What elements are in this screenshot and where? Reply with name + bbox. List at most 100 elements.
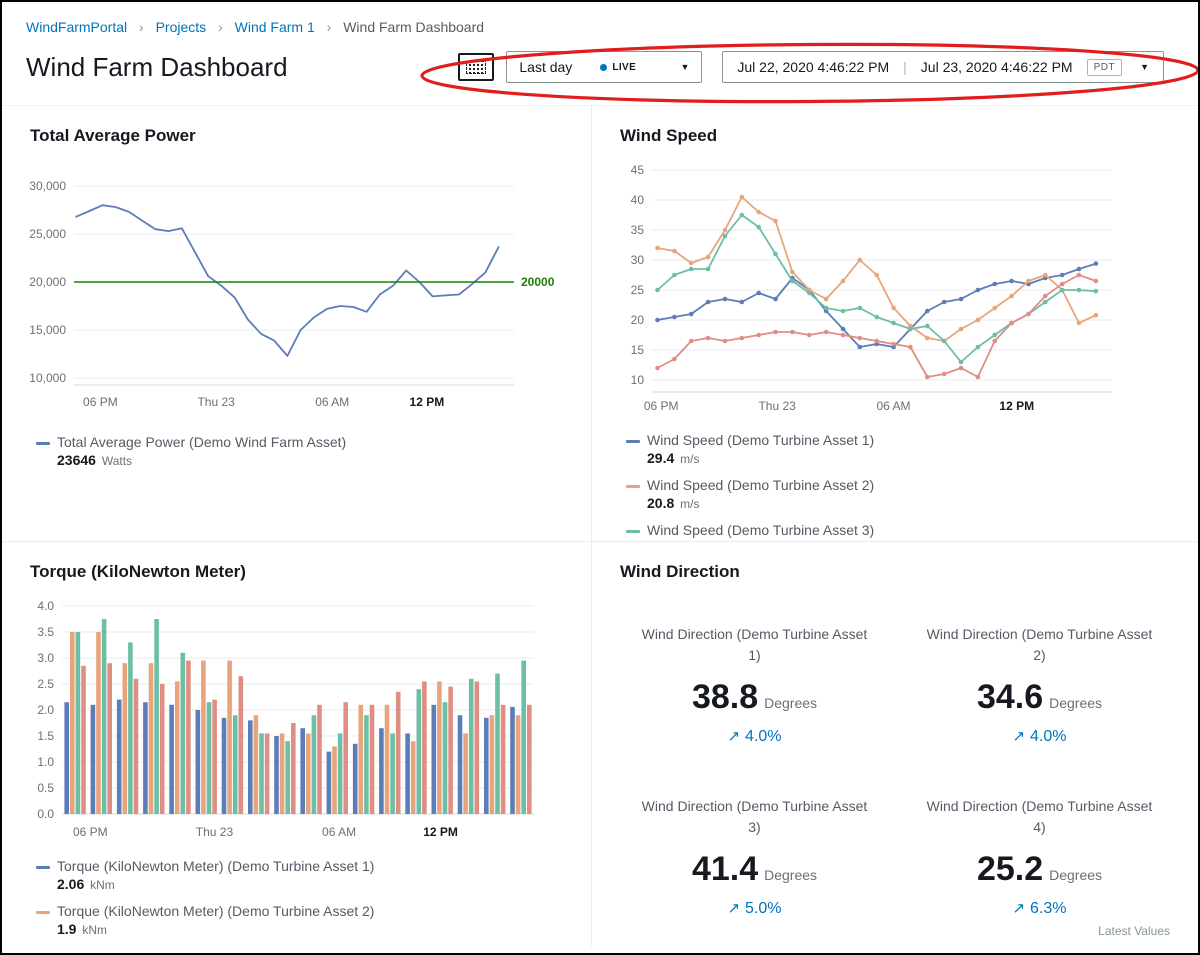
breadcrumb: WindFarmPortal › Projects › Wind Farm 1 … (26, 18, 1174, 37)
series-swatch (36, 911, 50, 914)
legend: Wind Speed (Demo Turbine Asset 1) 29.4 m… (626, 431, 1182, 539)
series-swatch (626, 485, 640, 488)
svg-text:2.5: 2.5 (37, 677, 54, 691)
series-swatch (626, 530, 640, 533)
svg-text:0.0: 0.0 (37, 807, 54, 821)
app-window: WindFarmPortal › Projects › Wind Farm 1 … (0, 0, 1200, 955)
legend-item: Torque (KiloNewton Meter) (Demo Turbine … (36, 902, 575, 939)
date-range-select[interactable]: Jul 22, 2020 4:46:22 PM | Jul 23, 2020 4… (722, 51, 1164, 83)
svg-text:20,000: 20,000 (29, 275, 66, 289)
svg-text:20: 20 (631, 313, 645, 327)
svg-text:40: 40 (631, 193, 645, 207)
svg-text:25: 25 (631, 283, 645, 297)
legend-item: Torque (KiloNewton Meter) (Demo Turbine … (36, 857, 575, 894)
trend-up-icon: ↗ (1012, 728, 1025, 745)
dotted-grid-icon (466, 61, 486, 74)
total-average-power-chart: 30,000 25,000 20,000 15,000 10,000 06 PM Thu 2… (22, 170, 575, 427)
breadcrumb-projects[interactable]: Projects (156, 19, 207, 35)
legend-item: Wind Speed (Demo Turbine Asset 1) 29.4 m… (626, 431, 1182, 468)
breadcrumb-wind-farm-1[interactable]: Wind Farm 1 (235, 19, 315, 35)
series-swatch (36, 866, 50, 869)
time-controls: Last day LIVE ▼ Jul 22, 2020 4:46:22 PM … (458, 51, 1164, 83)
svg-text:06 PM: 06 PM (644, 399, 679, 413)
torque-svg: 4.03.53.02.52.01.51.00.50.006 PMThu 2306… (22, 598, 570, 846)
breadcrumb-current: Wind Farm Dashboard (343, 19, 484, 35)
total-average-power-svg: 30,000 25,000 20,000 15,000 10,000 06 PM Thu 2… (22, 170, 570, 422)
dashboard-grid: Total Average Power 30,000 25,000 20,000 15… (2, 105, 1198, 946)
svg-text:3.5: 3.5 (37, 625, 54, 639)
svg-text:12 PM: 12 PM (423, 825, 458, 839)
svg-text:06 AM: 06 AM (876, 399, 910, 413)
kpi-wind-direction-4: Wind Direction (Demo Turbine Asset 4) 25… (897, 796, 1182, 918)
page-header: WindFarmPortal › Projects › Wind Farm 1 … (2, 2, 1198, 83)
title-row: Wind Farm Dashboard Last day LIVE ▼ Jul … (26, 51, 1174, 83)
svg-text:20000: 20000 (521, 275, 555, 289)
panel-title: Total Average Power (30, 126, 575, 146)
svg-text:15: 15 (631, 343, 645, 357)
trend-up-icon: ↗ (727, 728, 740, 745)
svg-text:1.0: 1.0 (37, 755, 54, 769)
kpi-wind-direction-2: Wind Direction (Demo Turbine Asset 2) 34… (897, 624, 1182, 746)
svg-text:06 PM: 06 PM (83, 395, 118, 409)
breadcrumb-windfarmportal[interactable]: WindFarmPortal (26, 19, 127, 35)
panel-total-average-power: Total Average Power 30,000 25,000 20,000 15… (2, 106, 592, 542)
kpi-wind-direction-1: Wind Direction (Demo Turbine Asset 1) 38… (612, 624, 897, 746)
wind-speed-svg: 45 40 35 30 25 20 15 10 06 PM Thu 23 06 AM 12 PM (612, 158, 1160, 420)
trend-up-icon: ↗ (1012, 900, 1025, 917)
panel-title: Torque (KiloNewton Meter) (30, 562, 575, 582)
svg-text:10: 10 (631, 373, 645, 387)
svg-text:2.0: 2.0 (37, 703, 54, 717)
live-label: LIVE (612, 62, 636, 73)
svg-text:06 PM: 06 PM (73, 825, 108, 839)
page-title: Wind Farm Dashboard (26, 52, 288, 83)
live-badge: LIVE (600, 62, 636, 73)
svg-text:30: 30 (631, 253, 645, 267)
latest-values-note: Latest Values (1098, 924, 1170, 938)
legend: Total Average Power (Demo Wind Farm Asse… (36, 433, 575, 470)
svg-text:35: 35 (631, 223, 645, 237)
time-range-select[interactable]: Last day LIVE ▼ (506, 51, 702, 83)
svg-text:4.0: 4.0 (37, 599, 54, 613)
svg-text:06 AM: 06 AM (315, 395, 349, 409)
panel-wind-direction: Wind Direction Wind Direction (Demo Turb… (592, 542, 1198, 946)
svg-text:12 PM: 12 PM (999, 399, 1034, 413)
panel-wind-speed: Wind Speed 45 40 35 30 25 20 15 10 06 PM Thu 23 06… (592, 106, 1198, 542)
end-datetime: Jul 23, 2020 4:46:22 PM (921, 59, 1073, 75)
legend-item: Total Average Power (Demo Wind Farm Asse… (36, 433, 575, 470)
kpi-grid: Wind Direction (Demo Turbine Asset 1) 38… (612, 624, 1182, 918)
kpi-wind-direction-3: Wind Direction (Demo Turbine Asset 3) 41… (612, 796, 897, 918)
wind-speed-chart: 45 40 35 30 25 20 15 10 06 PM Thu 23 06 AM 12 PM (612, 158, 1182, 425)
svg-text:12 PM: 12 PM (410, 395, 445, 409)
series-swatch (626, 440, 640, 443)
svg-text:15,000: 15,000 (29, 323, 66, 337)
datetime-separator: | (903, 59, 907, 75)
timezone-badge: PDT (1087, 59, 1123, 76)
legend-item: Wind Speed (Demo Turbine Asset 2) 20.8 m… (626, 476, 1182, 513)
panel-title: Wind Speed (620, 126, 1182, 146)
panel-torque: Torque (KiloNewton Meter) 4.0 3.5 3.0 2.5 2.… (2, 542, 592, 946)
svg-text:Thu 23: Thu 23 (196, 825, 234, 839)
svg-text:30,000: 30,000 (29, 179, 66, 193)
svg-text:3.0: 3.0 (37, 651, 54, 665)
trend-up-icon: ↗ (727, 900, 740, 917)
live-dot-icon (600, 64, 607, 71)
svg-text:Thu 23: Thu 23 (197, 395, 235, 409)
breadcrumb-separator-icon: › (210, 19, 231, 35)
legend-item: Wind Speed (Demo Turbine Asset 3) (626, 521, 1182, 539)
start-datetime: Jul 22, 2020 4:46:22 PM (737, 59, 889, 75)
svg-text:1.5: 1.5 (37, 729, 54, 743)
svg-text:45: 45 (631, 163, 645, 177)
breadcrumb-separator-icon: › (131, 19, 152, 35)
series-swatch (36, 442, 50, 445)
time-range-label: Last day (519, 59, 572, 75)
svg-text:Thu 23: Thu 23 (758, 399, 796, 413)
svg-text:10,000: 10,000 (29, 371, 66, 385)
svg-text:25,000: 25,000 (29, 227, 66, 241)
legend: Torque (KiloNewton Meter) (Demo Turbine … (36, 857, 575, 946)
dashboard-icon-button[interactable] (458, 53, 494, 81)
chevron-down-icon: ▼ (1136, 62, 1149, 72)
panel-title: Wind Direction (620, 562, 1182, 582)
svg-text:06 AM: 06 AM (322, 825, 356, 839)
chevron-down-icon: ▼ (664, 62, 689, 72)
torque-chart: 4.03.53.02.52.01.51.00.50.006 PMThu 2306… (22, 598, 575, 851)
